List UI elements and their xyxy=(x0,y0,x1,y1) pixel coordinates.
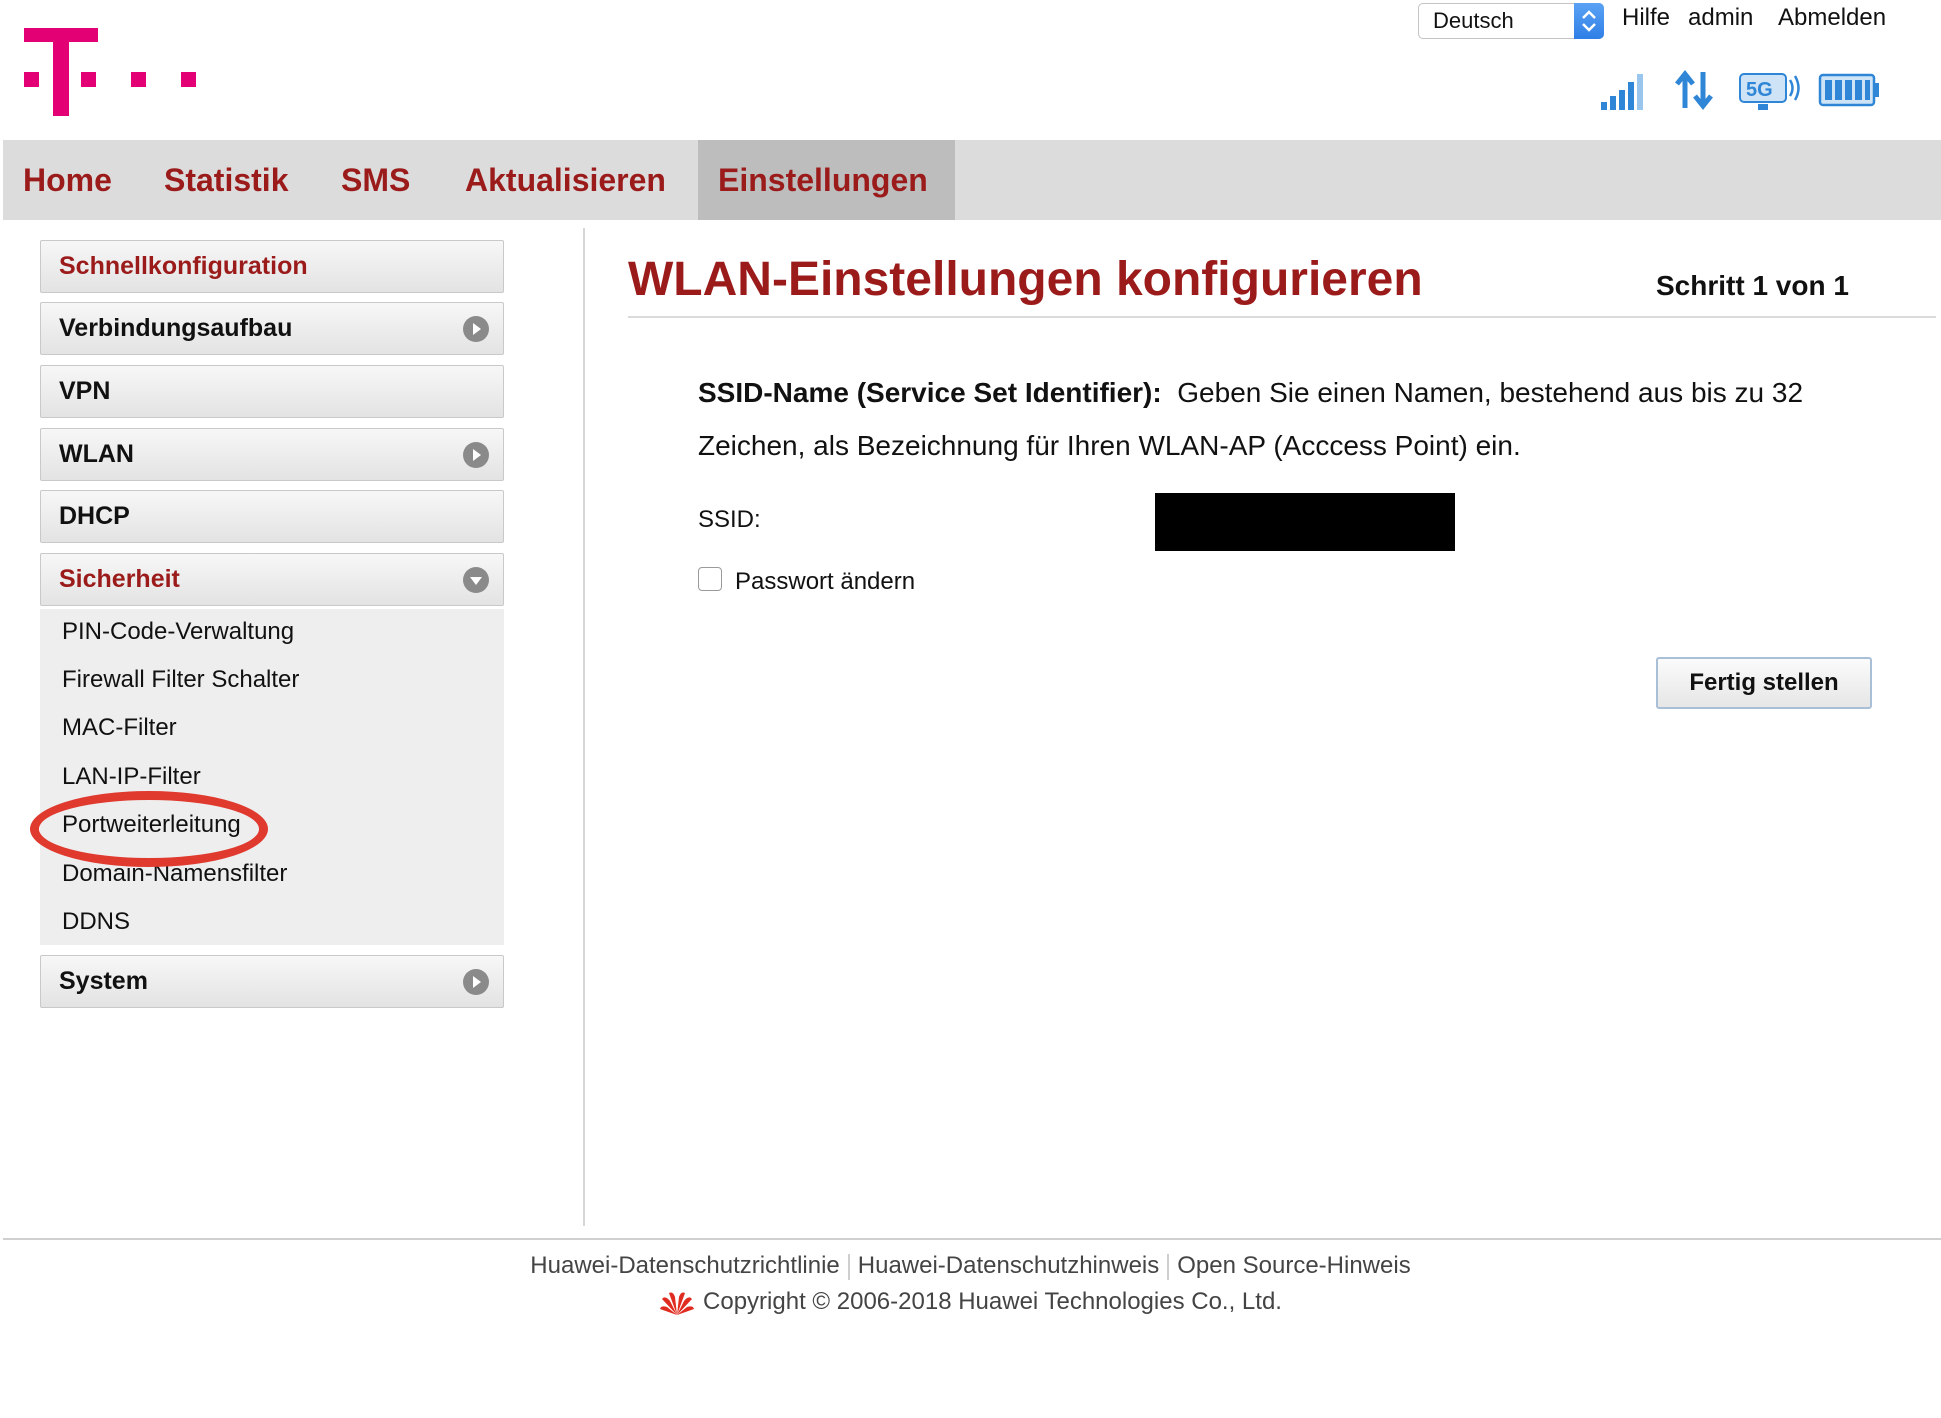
data-transfer-icon xyxy=(1675,69,1713,111)
page-title: WLAN-Einstellungen konfigurieren xyxy=(628,253,1423,306)
chevron-right-icon xyxy=(463,316,489,342)
nav-sms[interactable]: SMS xyxy=(321,140,430,220)
submenu-item-pin-code[interactable]: PIN-Code-Verwaltung xyxy=(62,618,294,646)
ssid-input[interactable] xyxy=(1155,493,1455,551)
nav-home[interactable]: Home xyxy=(3,140,132,220)
ssid-description-label: SSID-Name (Service Set Identifier): xyxy=(698,377,1162,408)
sidebar-item-vpn[interactable]: VPN xyxy=(40,365,504,418)
select-arrows-icon xyxy=(1574,3,1604,39)
sidebar-item-label: Sicherheit xyxy=(59,565,180,593)
footer-link-open-source[interactable]: Open Source-Hinweis xyxy=(1177,1252,1410,1279)
submenu-item-firewall-filter[interactable]: Firewall Filter Schalter xyxy=(62,666,299,694)
ssid-label: SSID: xyxy=(698,506,761,533)
sidebar-item-label: VPN xyxy=(59,377,111,405)
footer-link-privacy-notice[interactable]: Huawei-Datenschutzhinweis xyxy=(858,1252,1159,1279)
title-divider xyxy=(628,316,1936,318)
language-select[interactable]: Deutsch xyxy=(1418,3,1604,39)
svg-text:5G: 5G xyxy=(1746,79,1773,101)
sidebar-item-system[interactable]: System xyxy=(40,955,504,1008)
password-change-label[interactable]: Passwort ändern xyxy=(735,568,915,596)
sidebar-item-label: WLAN xyxy=(59,440,134,468)
logout-link[interactable]: Abmelden xyxy=(1778,4,1886,32)
ssid-description: SSID-Name (Service Set Identifier): Gebe… xyxy=(698,366,1898,472)
chevron-down-icon xyxy=(463,567,489,593)
telekom-logo xyxy=(24,28,196,116)
sidebar-item-label: System xyxy=(59,967,148,995)
sidebar-item-schnellkonfiguration[interactable]: Schnellkonfiguration xyxy=(40,240,504,293)
footer-separator xyxy=(847,1253,850,1280)
sidebar-item-dhcp[interactable]: DHCP xyxy=(40,490,504,543)
footer-links: Huawei-Datenschutzrichtlinie Huawei-Daten… xyxy=(0,1252,1941,1280)
footer-separator xyxy=(1167,1253,1170,1280)
sidebar-item-label: Schnellkonfiguration xyxy=(59,252,308,280)
footer-link-privacy-policy[interactable]: Huawei-Datenschutzrichtlinie xyxy=(530,1252,839,1279)
password-change-checkbox[interactable] xyxy=(698,567,722,591)
5g-wifi-icon: 5G xyxy=(1739,73,1800,110)
sidebar-item-wlan[interactable]: WLAN xyxy=(40,428,504,481)
submenu-item-mac-filter[interactable]: MAC-Filter xyxy=(62,714,177,742)
step-indicator: Schritt 1 von 1 xyxy=(1656,270,1849,301)
sidebar-item-label: DHCP xyxy=(59,502,130,530)
footer-divider xyxy=(3,1238,1941,1240)
status-icons: 5G xyxy=(1600,68,1880,112)
submenu-item-lan-ip-filter[interactable]: LAN-IP-Filter xyxy=(62,763,201,791)
nav-aktualisieren[interactable]: Aktualisieren xyxy=(445,140,686,220)
finish-button[interactable]: Fertig stellen xyxy=(1656,657,1872,709)
battery-icon xyxy=(1818,73,1879,107)
chevron-right-icon xyxy=(463,442,489,468)
help-link[interactable]: Hilfe xyxy=(1622,4,1670,32)
language-select-value: Deutsch xyxy=(1433,8,1514,33)
nav-statistik[interactable]: Statistik xyxy=(144,140,308,220)
signal-strength-icon xyxy=(1601,74,1643,110)
sidebar-item-verbindungsaufbau[interactable]: Verbindungsaufbau xyxy=(40,302,504,355)
nav-einstellungen[interactable]: Einstellungen xyxy=(698,140,955,220)
footer-copyright: Copyright © 2006-2018 Huawei Technologie… xyxy=(0,1288,1941,1317)
main-nav: Home Statistik SMS Aktualisieren Einstel… xyxy=(3,140,1941,220)
sicherheit-submenu: PIN-Code-Verwaltung Firewall Filter Scha… xyxy=(40,609,504,945)
sidebar-item-sicherheit[interactable]: Sicherheit xyxy=(40,553,504,606)
user-link[interactable]: admin xyxy=(1688,4,1753,32)
chevron-right-icon xyxy=(463,969,489,995)
huawei-logo-icon xyxy=(660,1292,695,1315)
copyright-text: Copyright © 2006-2018 Huawei Technologie… xyxy=(703,1288,1282,1315)
vertical-divider xyxy=(583,228,585,1226)
submenu-item-ddns[interactable]: DDNS xyxy=(62,908,130,936)
sidebar-item-label: Verbindungsaufbau xyxy=(59,314,293,342)
highlight-annotation-circle xyxy=(30,791,268,867)
